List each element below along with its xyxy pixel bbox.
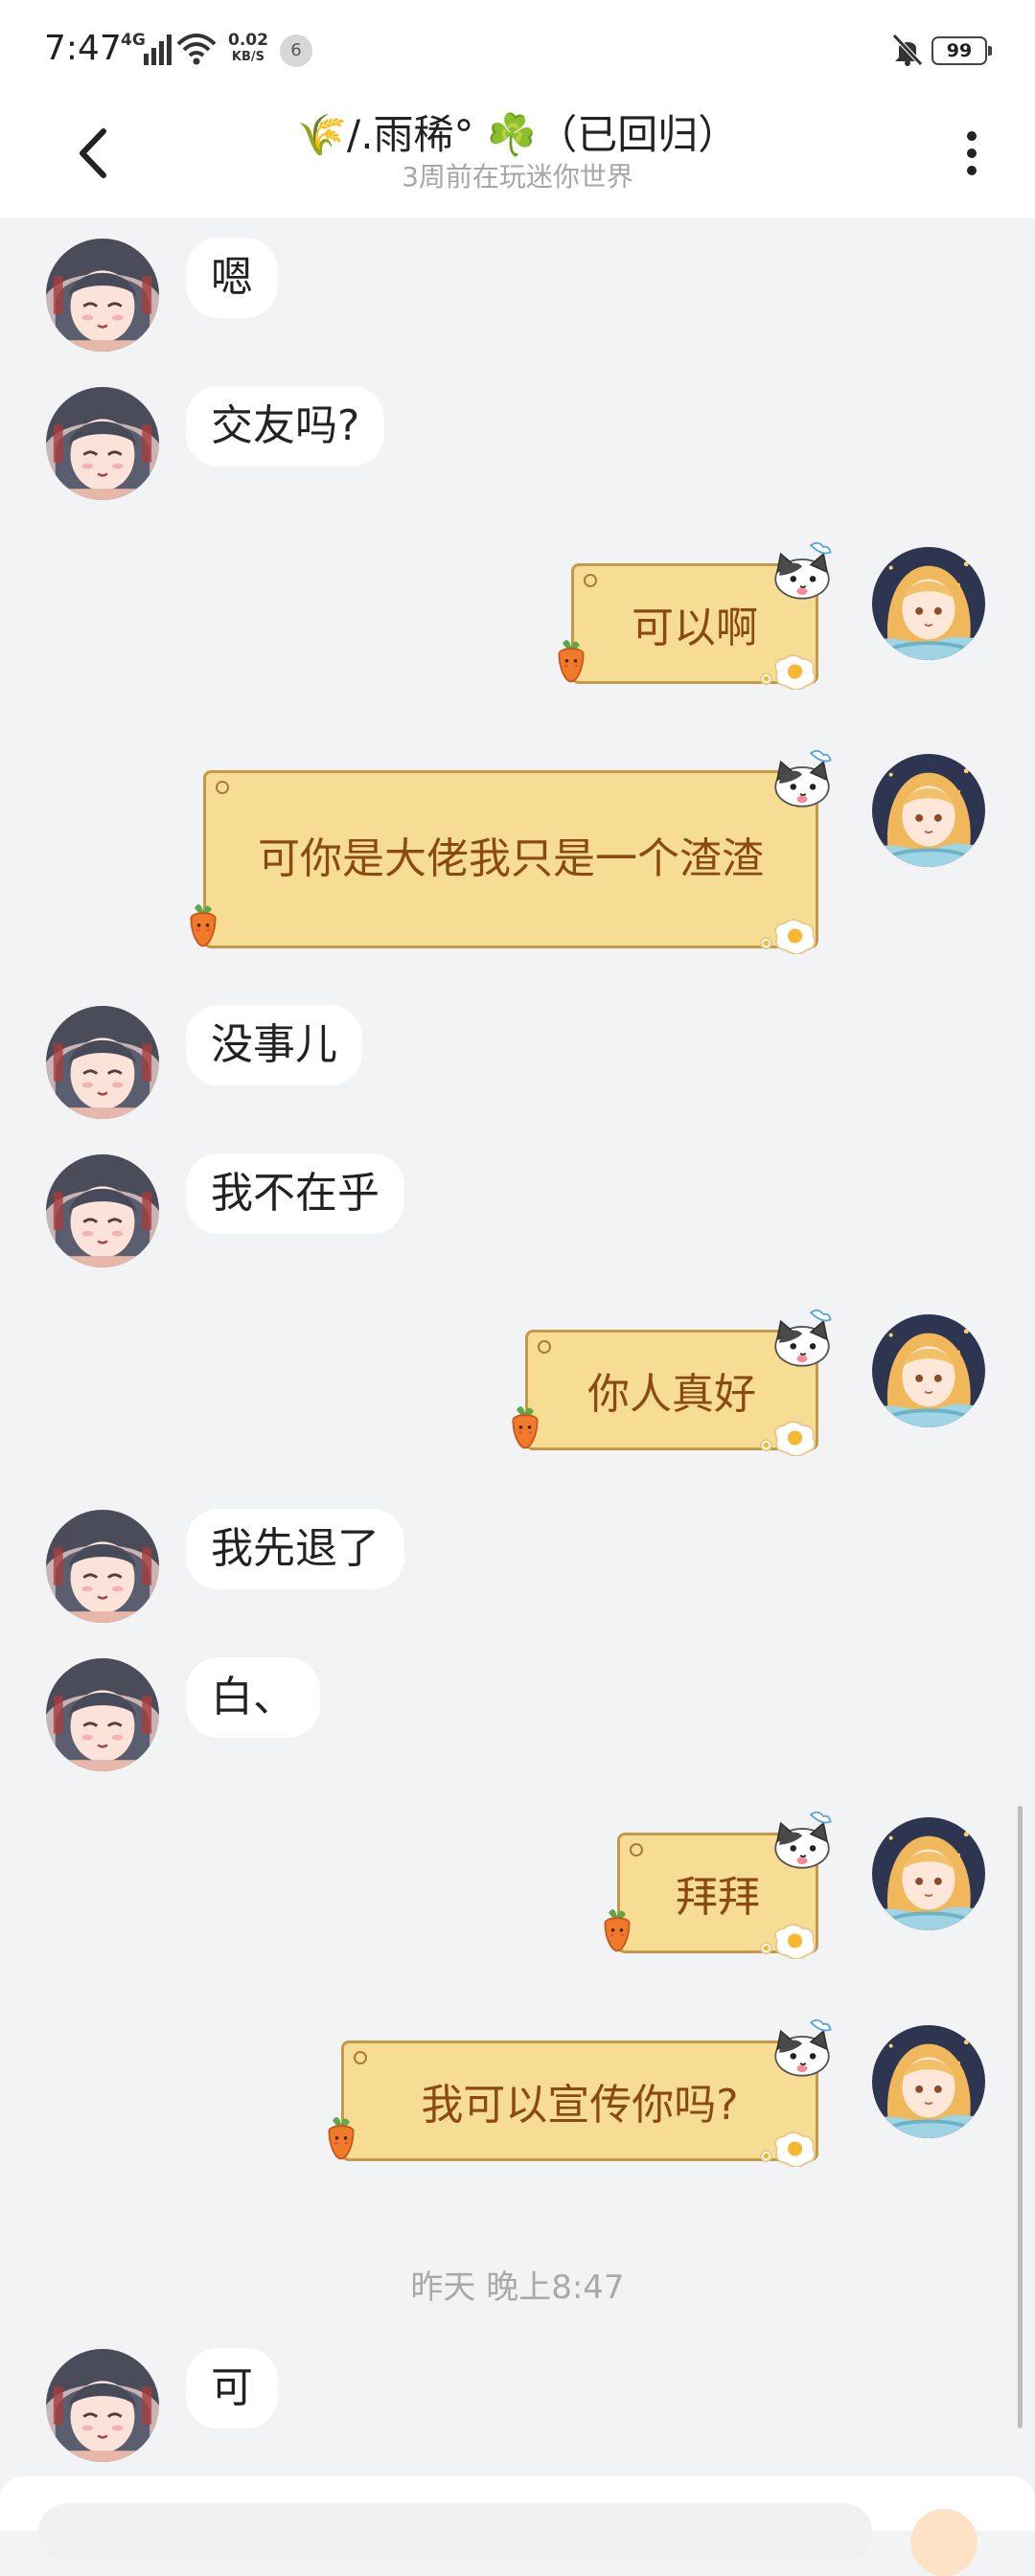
contact-avatar[interactable] [46,2349,159,2462]
message-text: 可你是大佬我只是一个渣渣 [258,834,764,883]
wifi-icon [176,34,217,65]
cat-sticker-icon [767,1307,838,1370]
message-bubble[interactable]: 我不在乎 [186,1153,404,1234]
message-bubble[interactable]: 我可以宣传你吗? [341,2040,818,2161]
cat-sticker-icon [767,539,838,603]
contact-avatar[interactable] [46,1006,159,1119]
message-bubble[interactable]: 交友吗? [186,386,385,467]
scrollbar[interactable] [1018,1806,1023,2428]
more-options-icon[interactable] [954,124,989,191]
emoji-button[interactable] [910,2509,978,2576]
egg-sticker-icon [757,1923,820,1959]
message-bubble[interactable]: 白、 [186,1657,320,1738]
status-time: 7:47 [44,29,122,68]
contact-avatar[interactable] [46,1154,159,1267]
input-bar [0,2476,1035,2576]
bell-muted-icon [892,34,923,66]
message-bubble[interactable]: 没事儿 [186,1005,362,1085]
cat-sticker-icon [767,1809,838,1872]
egg-sticker-icon [757,653,820,690]
egg-sticker-icon [757,2131,820,2167]
message-bubble[interactable]: 我先退了 [186,1509,404,1589]
egg-sticker-icon [757,1420,820,1456]
network-type: 4G [121,31,146,50]
message-bubble[interactable]: 嗯 [186,238,278,318]
my-avatar[interactable] [872,2025,985,2138]
net-speed-unit: KB/S [231,50,265,64]
contact-avatar[interactable] [46,387,159,500]
my-avatar[interactable] [872,1314,985,1427]
carrot-sticker-icon [508,1401,542,1450]
chat-header: 🌾/.雨稀° ☘️（已回归） 3周前在玩迷你世界 [0,101,1035,217]
carrot-sticker-icon [554,634,588,684]
carrot-sticker-icon [324,2111,358,2161]
my-avatar[interactable] [872,547,985,660]
message-text: 我可以宣传你吗? [421,2081,739,2130]
contact-status: 3周前在玩迷你世界 [402,161,633,193]
net-speed-value: 0.02 [228,31,268,50]
notification-count-badge: 6 [280,34,312,67]
contact-avatar[interactable] [46,1658,159,1771]
carrot-sticker-icon [186,899,220,948]
cat-sticker-icon [767,2017,838,2080]
status-bar: 7:47 4G 0.02 KB/S 6 99 [0,0,1035,101]
contact-avatar[interactable] [46,239,159,352]
net-speed: 0.02 KB/S [228,33,268,65]
egg-sticker-icon [757,918,820,954]
message-bubble[interactable]: 可你是大佬我只是一个渣渣 [203,770,818,948]
contact-name: 🌾/.雨稀° ☘️（已回归） [296,111,739,158]
signal-icon [144,34,172,65]
carrot-sticker-icon [600,1904,634,1953]
contact-avatar[interactable] [46,1510,159,1623]
cat-sticker-icon [767,747,838,810]
message-bubble[interactable]: 可 [186,2348,278,2428]
my-avatar[interactable] [872,754,985,867]
battery-indicator: 99 [932,36,992,65]
my-avatar[interactable] [872,1817,985,1930]
message-input[interactable] [38,2503,872,2561]
message-timestamp: 昨天 晚上8:47 [410,2268,625,2307]
